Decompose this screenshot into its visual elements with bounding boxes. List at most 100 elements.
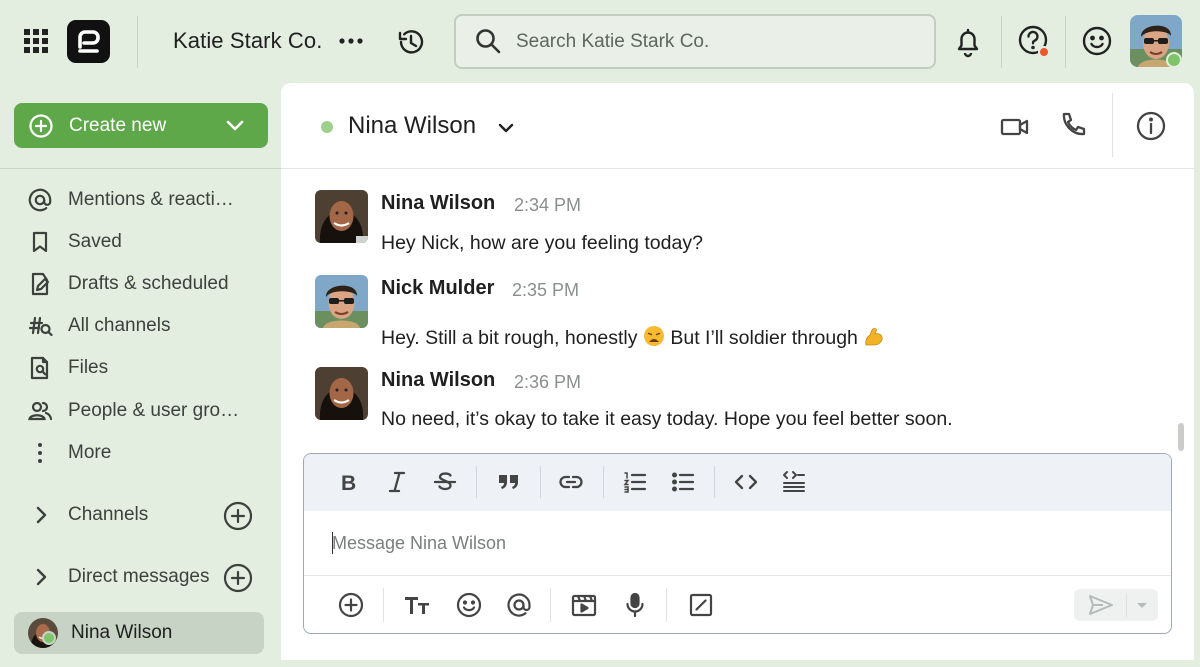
section-label: Direct messages (68, 566, 210, 587)
message-timestamp[interactable]: 2:36 PM (514, 372, 581, 393)
add-direct-message-icon[interactable] (223, 563, 253, 593)
sidebar-item-mentions[interactable]: Mentions & reacti… (27, 185, 277, 215)
notification-dot (1038, 46, 1050, 58)
code-icon[interactable] (733, 469, 759, 495)
workspace-name[interactable]: Katie Stark Co. (173, 28, 322, 54)
app-grid-icon[interactable] (24, 29, 48, 53)
channel-title[interactable]: Nina Wilson (348, 112, 476, 140)
toolbar-divider (550, 588, 551, 622)
send-divider (1126, 593, 1127, 617)
divider (1065, 16, 1066, 68)
weary-face-icon (643, 325, 665, 347)
sidebar-section-direct-messages[interactable]: Direct messages (30, 562, 260, 593)
svg-text:B: B (341, 472, 356, 495)
top-bar: Katie Stark Co. (0, 0, 1200, 84)
chevron-down-icon[interactable] (495, 117, 517, 139)
message-input[interactable] (332, 530, 1092, 556)
divider (137, 16, 138, 68)
message-author[interactable]: Nina Wilson (381, 369, 495, 392)
bulleted-list-icon[interactable] (670, 469, 696, 495)
toolbar-divider (476, 466, 477, 498)
message-text: No need, it’s okay to take it easy today… (381, 408, 953, 430)
chevron-right-icon[interactable] (30, 504, 52, 526)
info-icon[interactable] (1135, 110, 1167, 142)
message-timestamp[interactable]: 2:34 PM (514, 195, 581, 216)
message-author[interactable]: Nick Mulder (381, 277, 494, 300)
create-new-button[interactable]: Create new (14, 103, 268, 148)
attach-plus-icon[interactable] (337, 591, 365, 619)
send-button[interactable] (1074, 589, 1158, 621)
toolbar-divider (540, 466, 541, 498)
section-label: Channels (68, 504, 149, 525)
sidebar-item-files[interactable]: Files (27, 353, 277, 383)
more-horizontal-icon[interactable] (338, 28, 364, 54)
scrollbar-thumb[interactable] (1178, 423, 1184, 451)
app-logo[interactable] (67, 20, 110, 63)
draft-icon (27, 271, 53, 297)
toolbar-divider (383, 588, 384, 622)
message-author[interactable]: Nina Wilson (381, 192, 495, 215)
gif-video-icon[interactable] (570, 591, 598, 619)
dm-label: Nina Wilson (71, 622, 173, 643)
message-timestamp[interactable]: 2:35 PM (512, 280, 579, 301)
italic-icon[interactable] (384, 469, 410, 495)
numbered-list-icon[interactable] (622, 469, 648, 495)
sidebar-item-more[interactable]: More (27, 438, 277, 468)
sidebar-item-label: Saved (68, 231, 122, 252)
sidebar-item-people[interactable]: People & user gro… (27, 396, 277, 426)
file-search-icon (27, 355, 53, 381)
microphone-icon[interactable] (621, 591, 649, 619)
channel-header: Nina Wilson (281, 83, 1194, 169)
link-icon[interactable] (558, 469, 584, 495)
sidebar-item-all-channels[interactable]: All channels (27, 311, 277, 341)
text-format-icon[interactable] (403, 591, 431, 619)
bell-icon[interactable] (953, 26, 983, 58)
sidebar-item-saved[interactable]: Saved (27, 227, 277, 257)
mention-icon[interactable] (505, 591, 533, 619)
sidebar-item-label: Files (68, 357, 109, 378)
text-caret (332, 532, 333, 554)
message-text: Hey. Still a bit rough, honestly But I’l… (381, 325, 885, 350)
slash-command-icon[interactable] (687, 591, 715, 619)
formatting-toolbar: B (304, 454, 1171, 511)
message-text: Hey Nick, how are you feeling today? (381, 232, 703, 254)
kebab-icon (27, 440, 53, 466)
sidebar-item-label: Drafts & scheduled (68, 273, 229, 294)
chevron-right-icon[interactable] (30, 566, 52, 588)
search-bar[interactable] (454, 14, 936, 69)
toolbar-divider (714, 466, 715, 498)
sidebar-item-drafts[interactable]: Drafts & scheduled (27, 269, 277, 299)
strikethrough-icon[interactable] (432, 469, 458, 495)
help-icon[interactable] (1017, 24, 1051, 58)
search-icon (474, 27, 502, 55)
add-channel-icon[interactable] (223, 501, 253, 531)
avatar[interactable] (315, 367, 368, 420)
conversation-panel: Nina Wilson Nina Wilson 2:34 PM Hey Nick… (281, 83, 1194, 660)
quote-icon[interactable] (496, 469, 522, 495)
send-icon[interactable] (1088, 593, 1114, 617)
video-call-icon[interactable] (999, 111, 1031, 143)
search-input[interactable] (516, 28, 916, 56)
header-divider (1112, 93, 1113, 157)
flexed-biceps-icon (863, 325, 885, 347)
chevron-down-icon[interactable] (224, 114, 246, 136)
message-composer: B (303, 453, 1172, 634)
phone-icon[interactable] (1059, 110, 1089, 140)
sidebar-item-label: More (68, 442, 112, 463)
caret-down-icon[interactable] (1132, 595, 1152, 615)
status-emoji-icon[interactable] (1081, 25, 1113, 57)
emoji-icon[interactable] (455, 591, 483, 619)
bookmark-icon (27, 229, 53, 255)
composer-divider (304, 575, 1171, 576)
history-icon[interactable] (396, 27, 426, 57)
code-block-icon[interactable] (781, 469, 807, 495)
at-icon (27, 187, 53, 213)
sidebar-item-label: All channels (68, 315, 171, 336)
bold-icon[interactable]: B (336, 469, 362, 495)
sidebar-section-channels[interactable]: Channels (30, 500, 260, 531)
online-status-dot (1166, 52, 1182, 68)
avatar[interactable] (315, 190, 368, 243)
channels-icon (27, 313, 53, 339)
sidebar-divider (0, 168, 281, 169)
avatar[interactable] (315, 275, 368, 328)
